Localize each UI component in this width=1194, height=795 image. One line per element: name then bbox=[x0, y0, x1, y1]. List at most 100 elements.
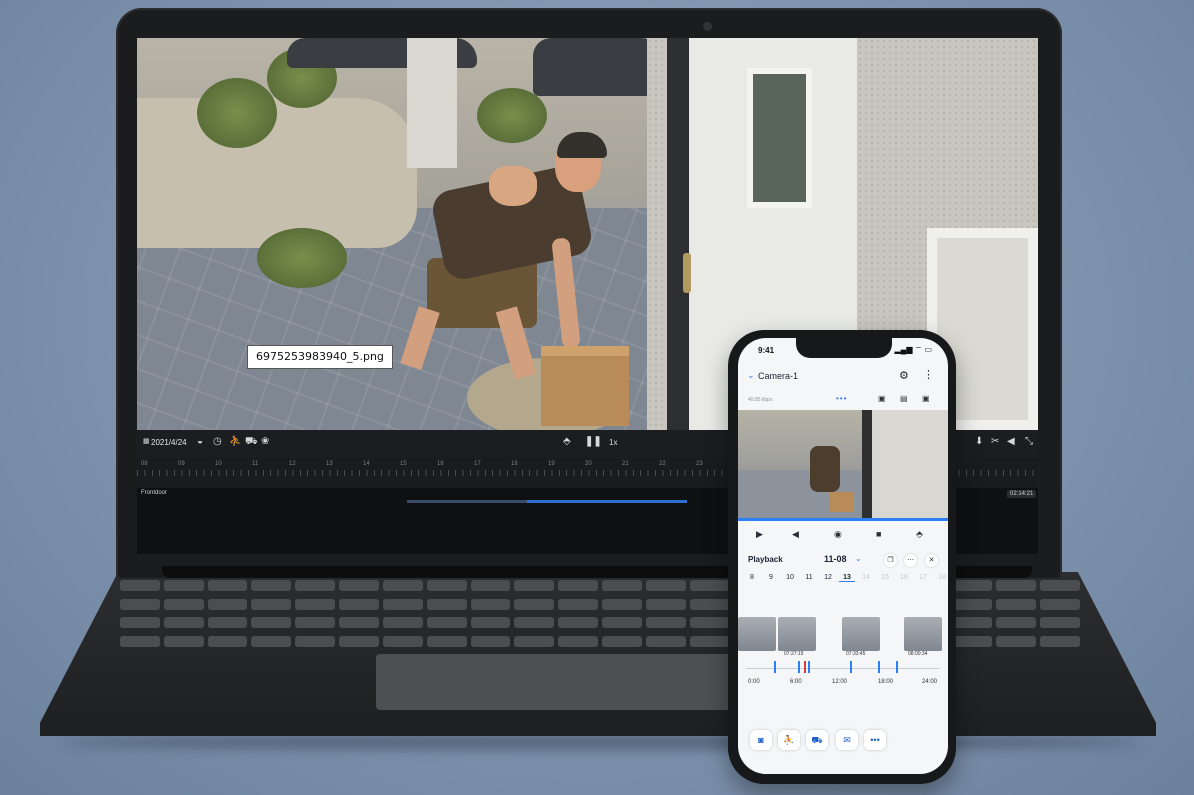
event-marker[interactable] bbox=[808, 661, 810, 673]
download-icon[interactable]: ⬇ bbox=[975, 437, 983, 447]
keyboard-key[interactable] bbox=[558, 580, 598, 591]
keyboard-key[interactable] bbox=[514, 635, 555, 647]
event-marker[interactable] bbox=[804, 661, 806, 673]
record-icon[interactable]: ▣ bbox=[922, 394, 930, 403]
keyboard-key[interactable] bbox=[382, 580, 423, 591]
clock-icon[interactable]: ◷ bbox=[213, 437, 222, 447]
person-icon[interactable]: ⛹ bbox=[229, 437, 241, 447]
volume-icon[interactable]: ◀ bbox=[792, 529, 799, 540]
keyboard-key[interactable] bbox=[645, 580, 686, 591]
keyboard-key[interactable] bbox=[558, 635, 598, 647]
event-marker[interactable] bbox=[850, 661, 852, 673]
clip-icon[interactable]: ⬘ bbox=[563, 437, 571, 447]
chevron-down-icon[interactable]: ⌄ bbox=[855, 554, 862, 563]
keyboard-key[interactable] bbox=[470, 617, 511, 628]
keyboard-key[interactable] bbox=[163, 598, 204, 610]
keyboard-key[interactable] bbox=[163, 617, 204, 628]
camera-name[interactable]: Camera-1 bbox=[758, 371, 798, 381]
camera-icon[interactable]: ◉ bbox=[834, 529, 842, 540]
pause-icon[interactable]: ❚❚ bbox=[585, 437, 602, 447]
keyboard-key[interactable] bbox=[996, 617, 1037, 628]
day-item[interactable]: 9 bbox=[763, 574, 779, 581]
more-icon[interactable]: ⋯ bbox=[904, 554, 917, 567]
keyboard-key[interactable] bbox=[645, 617, 686, 628]
trackpad[interactable] bbox=[376, 654, 756, 710]
keyboard-key[interactable] bbox=[426, 635, 467, 647]
trash-icon[interactable]: ▤ bbox=[900, 394, 908, 403]
keyboard-key[interactable] bbox=[601, 580, 642, 591]
keyboard-key[interactable] bbox=[426, 580, 467, 591]
keyboard-key[interactable] bbox=[689, 580, 730, 591]
keyboard-key[interactable] bbox=[120, 635, 160, 647]
day-item[interactable]: 18 bbox=[934, 574, 948, 581]
car-icon[interactable]: ⛟ bbox=[245, 437, 258, 447]
keyboard-key[interactable] bbox=[382, 598, 423, 610]
keyboard-key[interactable] bbox=[952, 598, 993, 610]
playback-date[interactable]: 2021/4/24 bbox=[151, 438, 187, 447]
keyboard-key[interactable] bbox=[996, 635, 1037, 647]
keyboard-key[interactable] bbox=[295, 617, 336, 628]
keyboard-key[interactable] bbox=[207, 598, 248, 610]
play-icon[interactable]: ▶ bbox=[756, 529, 763, 540]
day-item[interactable]: 8 bbox=[744, 574, 760, 581]
keyboard-key[interactable] bbox=[470, 580, 511, 591]
sd-card-icon[interactable]: ▣ bbox=[878, 394, 886, 403]
progress-bar[interactable] bbox=[738, 518, 948, 521]
keyboard-key[interactable] bbox=[1040, 617, 1080, 628]
keyboard-key[interactable] bbox=[163, 635, 204, 647]
keyboard-key[interactable] bbox=[426, 617, 467, 628]
keyboard-key[interactable] bbox=[645, 635, 686, 647]
keyboard-key[interactable] bbox=[120, 598, 160, 610]
keyboard-key[interactable] bbox=[689, 598, 730, 610]
event-thumbnail[interactable] bbox=[842, 617, 880, 651]
scissors-icon[interactable]: ✂ bbox=[991, 437, 999, 447]
chevron-down-icon[interactable]: ⌄ bbox=[747, 370, 755, 381]
clip-icon[interactable]: ⬘ bbox=[916, 529, 923, 540]
keyboard-key[interactable] bbox=[514, 617, 555, 628]
keyboard-key[interactable] bbox=[601, 617, 642, 628]
day-item[interactable]: 13 bbox=[839, 574, 855, 582]
playback-date[interactable]: 11-08 bbox=[824, 554, 847, 564]
keyboard-key[interactable] bbox=[470, 635, 511, 647]
keyboard-key[interactable] bbox=[207, 617, 248, 628]
keyboard-key[interactable] bbox=[1040, 635, 1080, 647]
keyboard-key[interactable] bbox=[295, 598, 336, 610]
keyboard-key[interactable] bbox=[207, 635, 248, 647]
day-item[interactable]: 15 bbox=[877, 574, 893, 581]
keyboard-key[interactable] bbox=[251, 617, 292, 628]
keyboard-key[interactable] bbox=[952, 635, 993, 647]
day-item[interactable]: 12 bbox=[820, 574, 836, 581]
keyboard-key[interactable] bbox=[339, 580, 379, 591]
keyboard-key[interactable] bbox=[952, 580, 993, 591]
more-vertical-icon[interactable]: ⋮ bbox=[923, 368, 934, 381]
keyboard-key[interactable] bbox=[163, 580, 204, 591]
keyboard-key[interactable] bbox=[558, 617, 598, 628]
keyboard-key[interactable] bbox=[952, 617, 993, 628]
event-marker[interactable] bbox=[896, 661, 898, 673]
camera-event-icon[interactable]: ◙ bbox=[750, 730, 772, 750]
recording-segment[interactable] bbox=[527, 500, 687, 503]
day-item[interactable]: 16 bbox=[896, 574, 912, 581]
keyboard-key[interactable] bbox=[251, 635, 292, 647]
keyboard-key[interactable] bbox=[1040, 598, 1080, 610]
keyboard-key[interactable] bbox=[382, 617, 423, 628]
day-item[interactable]: 17 bbox=[915, 574, 931, 581]
event-thumbnail[interactable] bbox=[738, 617, 776, 651]
keyboard-key[interactable] bbox=[601, 598, 642, 610]
phone-video-view[interactable] bbox=[738, 410, 948, 518]
calendar-icon[interactable]: ▦ bbox=[143, 437, 150, 447]
track-label[interactable]: Frontdoor bbox=[141, 490, 167, 496]
event-marker[interactable] bbox=[774, 661, 776, 673]
copy-icon[interactable]: ❐ bbox=[884, 554, 897, 567]
keyboard-key[interactable] bbox=[996, 580, 1037, 591]
more-icon[interactable]: ••• bbox=[864, 730, 886, 750]
day-item[interactable]: 10 bbox=[782, 574, 798, 581]
gear-icon[interactable]: ⚙ bbox=[899, 369, 909, 382]
keyboard-key[interactable] bbox=[514, 598, 555, 610]
keyboard-key[interactable] bbox=[514, 580, 555, 591]
keyboard-key[interactable] bbox=[295, 635, 336, 647]
keyboard-key[interactable] bbox=[120, 617, 160, 628]
keyboard-key[interactable] bbox=[558, 598, 598, 610]
pet-icon[interactable]: ❀ bbox=[261, 437, 269, 447]
keyboard-key[interactable] bbox=[1040, 580, 1080, 591]
